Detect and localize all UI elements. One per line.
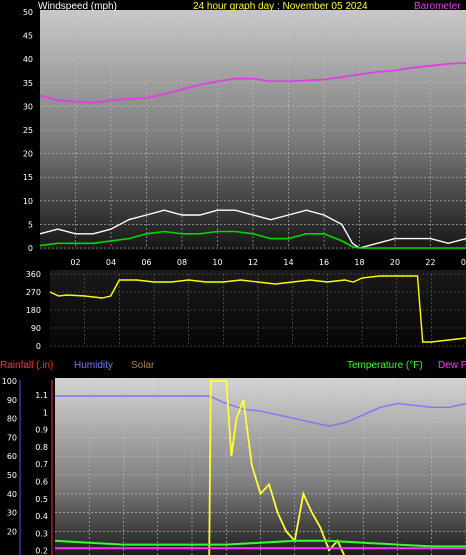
barometer-label: Barometer — [414, 1, 461, 12]
humidity-tick-label: 90 — [7, 396, 17, 405]
humidity-tick-label: 50 — [7, 471, 17, 480]
rainfall-label: Rainfall (.in) — [0, 360, 53, 371]
chart-title: 24 hour graph day : November 05 2024 — [193, 1, 368, 12]
direction-tick-label: 180 — [26, 306, 41, 315]
temperature-label: Temperature (°F) — [347, 360, 423, 371]
solar-label: Solar — [131, 360, 155, 371]
y-tick-label: 50 — [23, 8, 33, 17]
humidity-tick-label: 40 — [7, 490, 17, 499]
x-tick-label: 10 — [212, 258, 222, 267]
humidity-tick-label: 30 — [7, 509, 17, 518]
x-tick-label: 00 — [461, 258, 466, 267]
x-tick-label: 08 — [177, 258, 187, 267]
humidity-tick-label: 60 — [7, 452, 17, 461]
humidity-tick-label: 100 — [2, 377, 17, 386]
y-tick-label: 35 — [23, 79, 33, 88]
y-tick-label: 45 — [23, 32, 33, 41]
direction-tick-label: 270 — [26, 288, 41, 297]
y-tick-label: 20 — [23, 150, 33, 159]
rainfall-tick-label: 0.7 — [35, 460, 48, 469]
direction-tick-label: 360 — [26, 270, 41, 279]
x-tick-label: 04 — [106, 258, 116, 267]
humidity-tick-label: 20 — [7, 527, 17, 536]
y-tick-label: 40 — [23, 55, 33, 64]
y-tick-label: 0 — [28, 244, 33, 253]
rainfall-tick-label: 0.4 — [35, 512, 48, 521]
x-tick-label: 12 — [248, 258, 258, 267]
x-tick-label: 14 — [283, 258, 293, 267]
humidity-tick-label: 80 — [7, 415, 17, 424]
rainfall-tick-label: 0.5 — [35, 495, 48, 504]
weather-graph: 05101520253035404550 02 04 06 08 10 12 14 16 18 2… — [0, 1, 466, 555]
x-tick-label: 18 — [354, 258, 364, 267]
rainfall-tick-label: 0.8 — [35, 443, 48, 452]
y-tick-label: 15 — [23, 173, 33, 182]
humidity-tick-label: 70 — [7, 433, 17, 442]
rainfall-tick-label: 0.2 — [35, 547, 48, 555]
rainfall-tick-label: 0.6 — [35, 478, 48, 487]
direction-tick-label: 90 — [31, 324, 41, 333]
humidity-label: Humidity — [74, 360, 113, 371]
x-tick-label: 22 — [425, 258, 435, 267]
x-tick-label: 02 — [70, 258, 80, 267]
rainfall-tick-label: 0.9 — [35, 426, 48, 435]
direction-tick-label: 0 — [36, 342, 41, 351]
windspeed-label: Windspeed (mph) — [38, 1, 117, 12]
y-tick-label: 25 — [23, 126, 33, 135]
dewpoint-label: Dew P — [438, 360, 466, 371]
rainfall-tick-label: 0.3 — [35, 529, 48, 538]
y-tick-label: 10 — [23, 197, 33, 206]
rainfall-tick-label: 1.1 — [35, 391, 48, 400]
rainfall-tick-label: 1 — [43, 408, 48, 417]
x-tick-label: 20 — [390, 258, 400, 267]
x-tick-label: 06 — [141, 258, 151, 267]
y-tick-label: 5 — [28, 220, 33, 229]
x-tick-label: 16 — [319, 258, 329, 267]
y-tick-label: 30 — [23, 102, 33, 111]
